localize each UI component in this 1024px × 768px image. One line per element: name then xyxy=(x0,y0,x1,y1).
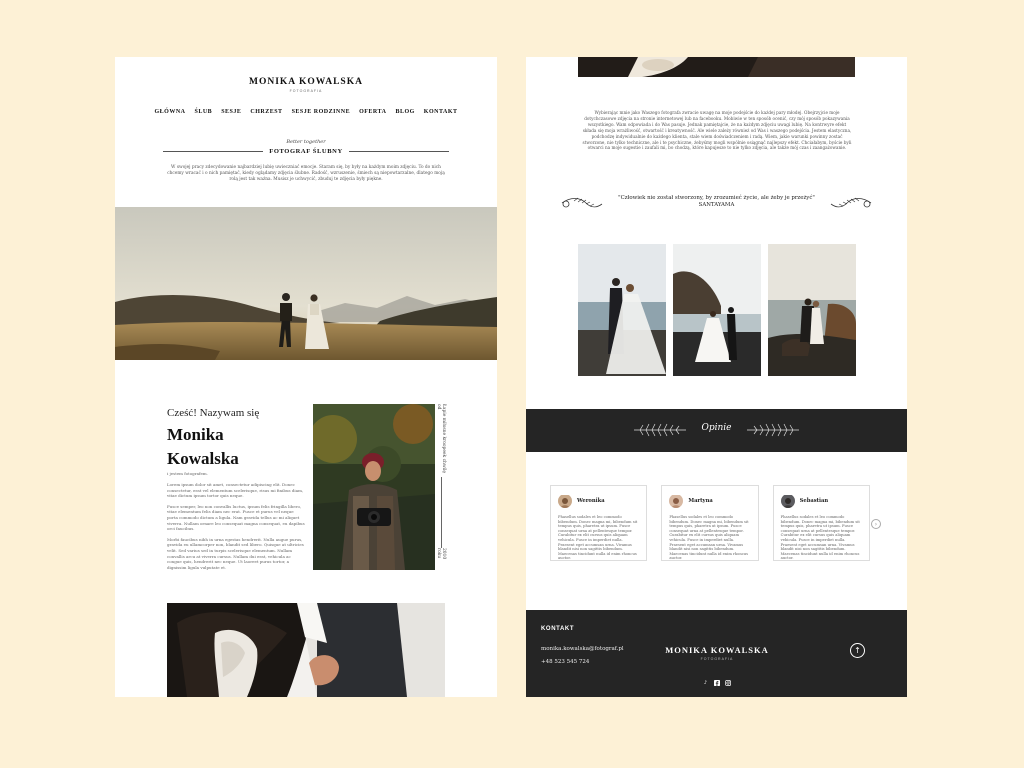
about-greeting: Cześć! Nazywam się xyxy=(167,407,260,419)
avatar xyxy=(780,494,795,508)
side-caption-year: 2010 roku xyxy=(436,548,446,560)
nav-item-chrzest[interactable]: CHRZEST xyxy=(250,109,282,115)
logo-name: MONIKA KOWALSKA xyxy=(249,77,363,87)
photographer-portrait xyxy=(313,404,435,570)
nav-item-oferta[interactable]: OFERTA xyxy=(359,109,386,115)
arrow-up-icon[interactable]: ↑ xyxy=(850,643,865,658)
chevron-right-icon[interactable]: › xyxy=(871,519,881,529)
review-cards: Weronika Phasellus sodales et leo commod… xyxy=(550,485,870,561)
facebook-icon[interactable] xyxy=(713,679,720,686)
review-card-header: Weronika xyxy=(558,494,639,508)
nav-item-blog[interactable]: BLOG xyxy=(395,109,414,115)
review-author: Martyna xyxy=(688,498,713,504)
footer-logo[interactable]: MONIKA KOWALSKA FOTOGRAFIA xyxy=(657,645,777,661)
gallery-photo-cliff-walk[interactable] xyxy=(673,244,761,376)
footer-logo-tagline: FOTOGRAFIA xyxy=(700,657,734,661)
ornament-right-icon xyxy=(830,197,872,208)
about-paragraph: Fusce semper, leo non convallis luctus, … xyxy=(167,503,305,532)
review-author: Weronika xyxy=(577,498,605,504)
review-card-header: Martyna xyxy=(669,494,750,508)
section-title-row: FOTOGRAF ŚLUBNY xyxy=(115,148,497,155)
review-author: Sebastian xyxy=(799,498,829,504)
homepage-bottom: Wybierając mnie jako Waszego fotografa z… xyxy=(526,57,907,697)
review-card-header: Sebastian xyxy=(780,494,862,508)
side-caption: Łapie miłosne kroopeek chwilę od 2010 ro… xyxy=(436,404,446,570)
section-heading: Better together FOTOGRAF ŚLUBNY xyxy=(115,139,497,155)
about-name: Monika Kowalska xyxy=(167,423,239,471)
divider-line xyxy=(348,151,449,152)
tiktok-icon[interactable]: ♪ xyxy=(702,679,709,686)
site-logo[interactable]: MONIKA KOWALSKA FOTOGRAFIA xyxy=(115,77,497,93)
reviews-header: Opinie xyxy=(526,409,907,452)
review-card: Martyna Phasellus sodales et leo commodo… xyxy=(661,485,759,561)
about-paragraph: Morbi faucibus nibh in urna egestas hend… xyxy=(167,536,304,570)
quote-text: "Człowiek nie został stworzony, by zrozu… xyxy=(618,195,815,201)
footer: KONTAKT monika.kowalska@fotograf.pl +48 … xyxy=(526,610,907,697)
divider-line xyxy=(163,151,264,152)
reviews-title: Opinie xyxy=(701,423,732,433)
logo-tagline: FOTOGRAFIA xyxy=(289,89,323,93)
avatar xyxy=(669,494,684,508)
section-title: FOTOGRAF ŚLUBNY xyxy=(269,148,343,155)
social-links: ♪ xyxy=(526,679,907,686)
homepage-top: MONIKA KOWALSKA FOTOGRAFIA GŁÓWNA ŚLUB S… xyxy=(115,57,497,697)
side-caption-text: Łapie miłosne kroopeek chwilę od xyxy=(436,404,446,474)
footer-email-link[interactable]: monika.kowalska@fotograf.pl xyxy=(541,646,624,652)
main-nav: GŁÓWNA ŚLUB SESJE CHRZEST SESJE RODZINNE… xyxy=(115,109,497,115)
quote: "Człowiek nie został stworzony, by zrozu… xyxy=(604,195,829,210)
approach-text: Wybierając mnie jako Waszego fotografa z… xyxy=(582,110,852,151)
about-last-name: Kowalska xyxy=(167,449,239,468)
footer-contact-label: KONTAKT xyxy=(541,626,575,632)
gallery-photo-beach-veil[interactable] xyxy=(578,244,666,376)
side-caption-line xyxy=(440,476,442,549)
review-text: Phasellus sodales et leo commodo bibendu… xyxy=(558,515,638,561)
nav-item-sesje-rodzinne[interactable]: SESJE RODZINNE xyxy=(292,109,351,115)
nav-item-slub[interactable]: ŚLUB xyxy=(195,109,213,115)
about-text: Lorem ipsum dolor sit amet, consectetur … xyxy=(167,482,305,575)
instagram-icon[interactable] xyxy=(724,679,731,686)
gallery-photo-rocks-sunset[interactable] xyxy=(768,244,856,376)
review-card: Sebastian Phasellus sodales et leo commo… xyxy=(772,485,870,561)
quote-author: SANTAYAMA xyxy=(698,202,735,209)
photo-gallery xyxy=(578,244,856,376)
intro-text: W swojej pracy zdecydowanie najbardziej … xyxy=(167,165,445,183)
quote-block: "Człowiek nie został stworzony, by zrozu… xyxy=(560,192,873,214)
about-paragraph: Lorem ipsum dolor sit amet, consectetur … xyxy=(167,482,304,499)
wedding-photo-closeup xyxy=(167,603,445,697)
footer-logo-name: MONIKA KOWALSKA xyxy=(665,645,769,655)
photo-strip xyxy=(578,57,855,77)
ornament-left-icon xyxy=(561,197,603,208)
review-text: Phasellus sodales et leo commodo bibendu… xyxy=(780,515,860,561)
footer-phone-link[interactable]: +48 523 545 724 xyxy=(541,659,589,665)
fern-right-icon xyxy=(747,423,799,437)
avatar xyxy=(558,494,572,508)
nav-item-kontakt[interactable]: KONTAKT xyxy=(424,109,458,115)
about-role: i jestem fotografem. xyxy=(167,471,208,476)
hero-photo xyxy=(115,207,497,360)
nav-item-glowna[interactable]: GŁÓWNA xyxy=(154,109,185,115)
about-first-name: Monika xyxy=(167,425,224,444)
review-text: Phasellus sodales et leo commodo bibendu… xyxy=(669,515,749,561)
nav-item-sesje[interactable]: SESJE xyxy=(221,109,241,115)
section-script: Better together xyxy=(286,139,326,145)
review-card: Weronika Phasellus sodales et leo commod… xyxy=(550,485,648,561)
